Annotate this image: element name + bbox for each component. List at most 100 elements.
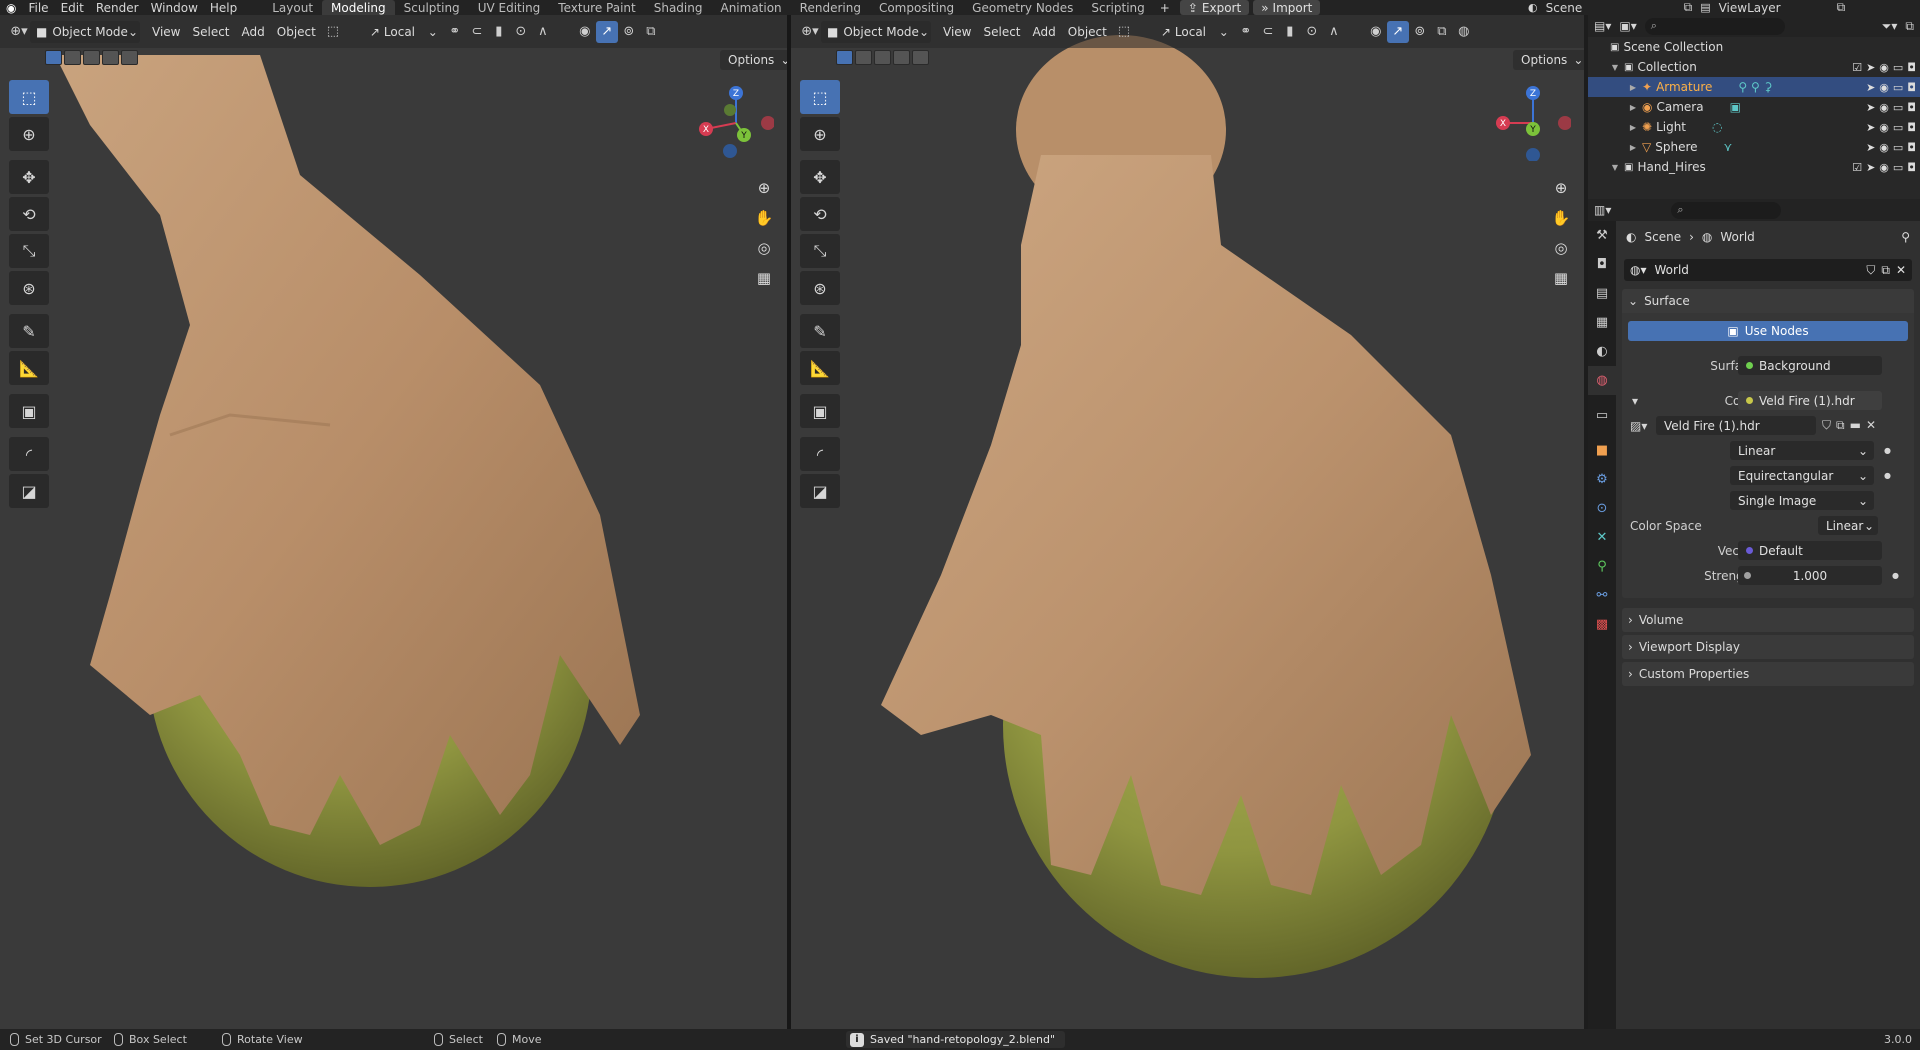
- eye-icon[interactable]: ◉: [1879, 141, 1889, 154]
- expand-icon[interactable]: ▼: [1610, 163, 1620, 172]
- unlink-icon[interactable]: ✕: [1866, 418, 1876, 433]
- tab-uv-editing[interactable]: UV Editing: [469, 0, 550, 15]
- expand-icon[interactable]: ▼: [1610, 63, 1620, 72]
- pin-icon[interactable]: ⚲: [1901, 230, 1910, 244]
- navigation-gizmo[interactable]: Z X Y: [1495, 85, 1571, 161]
- select-intersect-mode[interactable]: [121, 50, 138, 65]
- view-layer-selector[interactable]: ViewLayer: [1719, 1, 1829, 15]
- interpolation-select[interactable]: Linear ⌄: [1730, 441, 1874, 460]
- physics-tab-icon[interactable]: ✕: [1588, 523, 1616, 552]
- import-button[interactable]: » Import: [1253, 0, 1321, 15]
- new-scene-icon[interactable]: ⧉: [1684, 0, 1693, 15]
- outliner-row-scene-collection[interactable]: ▣ Scene Collection: [1588, 37, 1920, 57]
- modifier-tab-icon[interactable]: ⚙: [1588, 465, 1616, 494]
- blender-logo-icon[interactable]: ◉: [0, 0, 22, 15]
- tab-rendering[interactable]: Rendering: [791, 0, 870, 15]
- shading-icon[interactable]: ◍: [1453, 21, 1475, 43]
- fake-user-icon[interactable]: ⛉: [1822, 418, 1831, 433]
- strength-slider[interactable]: 1.000: [1738, 566, 1882, 585]
- gizmo-toggle-icon[interactable]: ↗: [1386, 20, 1409, 43]
- snap-icon[interactable]: ⊂: [466, 21, 488, 43]
- add-cube-tool[interactable]: ▣: [9, 394, 49, 428]
- rotate-tool[interactable]: ⟲: [9, 197, 49, 231]
- eye-icon[interactable]: ◉: [1879, 81, 1889, 94]
- tab-modeling[interactable]: Modeling: [322, 0, 395, 15]
- properties-search-input[interactable]: ⌕: [1671, 201, 1782, 219]
- menu-object[interactable]: Object: [1062, 21, 1113, 43]
- render-camera-icon[interactable]: ◘: [1907, 61, 1916, 74]
- select-new-mode[interactable]: [45, 50, 62, 65]
- select-subtract-mode[interactable]: [874, 50, 891, 65]
- editor-type-icon[interactable]: ⊕▾: [8, 21, 30, 43]
- select-invert-mode[interactable]: [102, 50, 119, 65]
- pivot-icon[interactable]: ⚭: [444, 21, 466, 43]
- viewport-icon[interactable]: ▭: [1893, 61, 1903, 74]
- select-invert-mode[interactable]: [893, 50, 910, 65]
- tab-geometry-nodes[interactable]: Geometry Nodes: [963, 0, 1082, 15]
- world-datablock-selector[interactable]: ◍▾ World ⛉ ⧉ ✕: [1624, 259, 1912, 281]
- vector-input-field[interactable]: Default: [1738, 541, 1882, 560]
- outliner-row-armature[interactable]: ▶ ✦ Armature ⚲ ⚲ ⚳ ➤ ◉ ▭ ◘: [1588, 77, 1920, 97]
- menu-select[interactable]: Select: [977, 21, 1026, 43]
- proportional-edit-icon[interactable]: ⊙: [1301, 21, 1323, 43]
- viewport-icon[interactable]: ▭: [1893, 141, 1903, 154]
- outliner-row-light[interactable]: ▶ ✺ Light ◌ ➤ ◉ ▭ ◘: [1588, 117, 1920, 137]
- move-tool[interactable]: ✥: [800, 160, 840, 194]
- outliner-row-collection[interactable]: ▼ ▣ Collection ☑ ➤ ◉ ▭ ◘: [1588, 57, 1920, 77]
- display-mode-icon[interactable]: ▣▾: [1619, 19, 1636, 33]
- select-arrow-icon[interactable]: ➤: [1866, 61, 1875, 74]
- menu-select[interactable]: Select: [186, 21, 235, 43]
- expand-icon[interactable]: ▶: [1628, 123, 1638, 132]
- menu-edit[interactable]: Edit: [55, 0, 90, 15]
- tab-scripting[interactable]: Scripting: [1082, 0, 1153, 15]
- measure-tool[interactable]: 📐: [800, 351, 840, 385]
- image-browse-icon[interactable]: ▨▾: [1630, 419, 1647, 433]
- keyframe-dot-icon[interactable]: ●: [1884, 471, 1891, 480]
- mode-selector[interactable]: ■ Object Mode ⌄: [821, 20, 931, 43]
- viewport-icon[interactable]: ▭: [1893, 161, 1903, 174]
- outliner-row-sphere[interactable]: ▶ ▽ Sphere ⋎ ➤ ◉ ▭ ◘: [1588, 137, 1920, 157]
- select-arrow-icon[interactable]: ➤: [1866, 121, 1875, 134]
- menu-window[interactable]: Window: [145, 0, 204, 15]
- annotate-tool[interactable]: ✎: [9, 314, 49, 348]
- outliner-row-hand-hires[interactable]: ▼ ▣ Hand_Hires ☑ ➤ ◉ ▭ ◘: [1588, 157, 1920, 177]
- volume-panel-header[interactable]: › Volume: [1622, 608, 1914, 632]
- snap-target-icon[interactable]: ▮: [488, 21, 510, 43]
- tab-texture-paint[interactable]: Texture Paint: [549, 0, 644, 15]
- fake-user-icon[interactable]: ⛉: [1866, 263, 1875, 278]
- bend-tool[interactable]: ◜: [800, 437, 840, 471]
- transform-tool[interactable]: ⊛: [9, 271, 49, 305]
- new-collection-icon[interactable]: ⧉: [1905, 19, 1914, 34]
- add-workspace-icon[interactable]: +: [1154, 0, 1176, 15]
- measure-tool[interactable]: 📐: [9, 351, 49, 385]
- scene-tab-icon[interactable]: ◐: [1588, 337, 1616, 366]
- projection-select[interactable]: Equirectangular ⌄: [1730, 466, 1874, 485]
- orientation-selector[interactable]: ↗ Local ⌄: [364, 21, 444, 43]
- cursor-tool[interactable]: ⊕: [800, 117, 840, 151]
- menu-file[interactable]: File: [22, 0, 54, 15]
- falloff-icon[interactable]: ∧: [532, 21, 554, 43]
- tool-tab-icon[interactable]: ⚒: [1588, 221, 1616, 250]
- add-cube-tool[interactable]: ▣: [800, 394, 840, 428]
- xray-icon[interactable]: ⧉: [640, 21, 662, 43]
- collection-tab-icon[interactable]: ▭: [1588, 401, 1616, 430]
- surface-panel-header[interactable]: ⌄ Surface: [1622, 289, 1914, 313]
- bend-tool[interactable]: ◜: [9, 437, 49, 471]
- gizmo-toggle-icon[interactable]: ↗: [595, 20, 618, 43]
- use-nodes-button[interactable]: ▣ Use Nodes: [1628, 321, 1908, 341]
- camera-view-icon[interactable]: ◎: [751, 235, 777, 261]
- expand-icon[interactable]: ▶: [1628, 143, 1638, 152]
- select-arrow-icon[interactable]: ➤: [1866, 81, 1875, 94]
- viewport-icon[interactable]: ▭: [1893, 121, 1903, 134]
- transform-tool[interactable]: ⊛: [800, 271, 840, 305]
- new-view-layer-icon[interactable]: ⧉: [1837, 0, 1846, 15]
- viewport-icon[interactable]: ▭: [1893, 101, 1903, 114]
- checkbox-icon[interactable]: ☑: [1852, 61, 1862, 74]
- select-arrow-icon[interactable]: ➤: [1866, 141, 1875, 154]
- shear-tool[interactable]: ◪: [9, 474, 49, 508]
- expand-icon[interactable]: ▶: [1628, 103, 1638, 112]
- viewport-display-panel-header[interactable]: › Viewport Display: [1622, 635, 1914, 659]
- orientation-selector[interactable]: ↗ Local ⌄: [1155, 21, 1235, 43]
- output-tab-icon[interactable]: ▤: [1588, 279, 1616, 308]
- cursor-tool[interactable]: ⊕: [9, 117, 49, 151]
